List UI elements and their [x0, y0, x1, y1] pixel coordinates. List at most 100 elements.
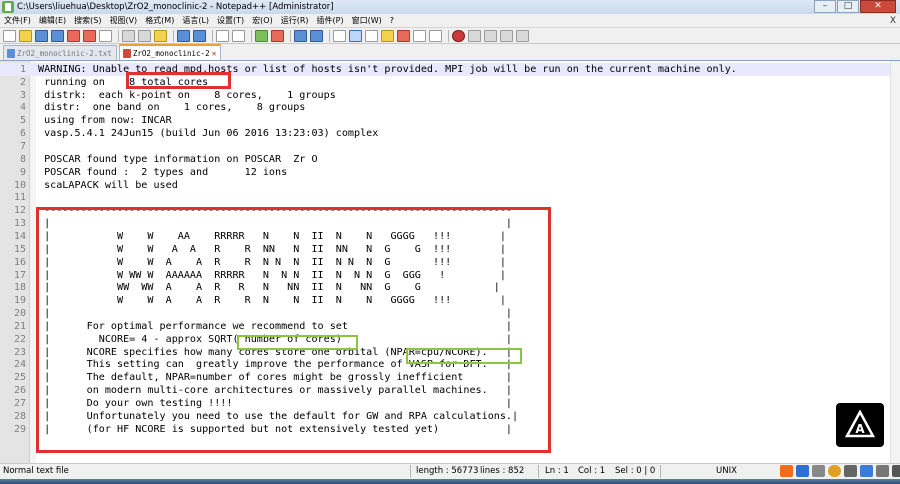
editor-line[interactable]: 21 | For optimal performance we recommen… — [0, 320, 900, 333]
keyboard-icon[interactable] — [860, 465, 873, 477]
emoji-icon[interactable] — [828, 465, 841, 477]
line-text: | Do your own testing !!!! | — [38, 398, 513, 410]
menu-file[interactable]: 文件(F) — [0, 15, 35, 26]
editor-line[interactable]: 4 distr: one band on 1 cores, 8 groups — [0, 102, 900, 115]
editor-line[interactable]: 23 | NCORE specifies how many cores stor… — [0, 346, 900, 359]
user-language-icon[interactable] — [381, 29, 394, 42]
vertical-scrollbar[interactable] — [890, 61, 900, 463]
copy-icon[interactable] — [138, 29, 151, 42]
maximize-button[interactable]: □ — [837, 0, 859, 13]
skin-icon[interactable] — [876, 465, 889, 477]
minimize-button[interactable]: – — [814, 0, 836, 13]
cut-icon[interactable] — [122, 29, 135, 42]
editor-line[interactable]: 14 | W W AA RRRRR N N II N N GGGG !!! | — [0, 230, 900, 243]
macro-stop-icon[interactable] — [468, 29, 481, 42]
editor-line[interactable]: 28 | Unfortunately you need to use the d… — [0, 410, 900, 423]
close-document-x[interactable]: X — [890, 16, 896, 26]
status-column: Col : 1 — [578, 466, 606, 476]
folder-workspace-icon[interactable] — [429, 29, 442, 42]
text-editor[interactable]: 1 WARNING: Unable to read mpd.hosts or li… — [0, 61, 900, 463]
input-mode-icon[interactable] — [796, 465, 809, 477]
editor-line[interactable]: 1 WARNING: Unable to read mpd.hosts or li… — [0, 63, 900, 76]
editor-line[interactable]: 19 | W W A A R R N N II N N GGGG !!! | — [0, 294, 900, 307]
close-file-icon[interactable] — [67, 29, 80, 42]
editor-line[interactable]: 15 | W W A A R R NN N II NN N G G !!! | — [0, 243, 900, 256]
menu-edit[interactable]: 编辑(E) — [35, 15, 70, 26]
editor-line[interactable]: 13 | | — [0, 217, 900, 230]
editor-line[interactable]: 9 POSCAR found : 2 types and 12 ions — [0, 166, 900, 179]
editor-line[interactable]: 2 running on 8 total cores — [0, 76, 900, 89]
menu-settings[interactable]: 设置(T) — [213, 15, 248, 26]
close-all-icon[interactable] — [83, 29, 96, 42]
editor-line[interactable]: 26 | on modern multi-core architectures … — [0, 384, 900, 397]
svg-text:A: A — [855, 422, 865, 436]
editor-line[interactable]: 7 — [0, 140, 900, 153]
tab-zro2-monoclinic-2-txt[interactable]: ZrO2_monoclinic-2.txt — [3, 45, 117, 60]
line-text: | | — [38, 218, 513, 230]
editor-line[interactable]: 8 POSCAR found type information on POSCA… — [0, 153, 900, 166]
macro-run-multiple-icon[interactable] — [500, 29, 513, 42]
editor-line[interactable]: 25 | The default, NPAR=number of cores m… — [0, 371, 900, 384]
zoom-out-icon[interactable] — [271, 29, 284, 42]
macro-play-icon[interactable] — [484, 29, 497, 42]
document-map-icon[interactable] — [397, 29, 410, 42]
line-text: | W W A A R R N N II N N GGGG !!! | — [38, 295, 506, 307]
indent-guide-icon[interactable] — [365, 29, 378, 42]
editor-line[interactable]: 16 | W W A A R R N N N II N N N G !!! | — [0, 256, 900, 269]
close-button[interactable]: ✕ — [860, 0, 896, 13]
editor-line[interactable]: 24 | This setting can greatly improve th… — [0, 359, 900, 372]
macro-record-icon[interactable] — [452, 29, 465, 42]
watermark-logo-icon: A — [836, 403, 884, 447]
editor-line[interactable]: 29 | (for HF NCORE is supported but not … — [0, 423, 900, 436]
line-number: 10 — [13, 179, 26, 191]
editor-line[interactable]: 11 — [0, 192, 900, 205]
find-icon[interactable] — [216, 29, 229, 42]
editor-line[interactable]: 5 using from now: INCAR — [0, 114, 900, 127]
sogou-input-icon[interactable] — [780, 465, 793, 477]
editor-line[interactable]: 22 | NCORE= 4 - approx SQRT( number of c… — [0, 333, 900, 346]
save-icon[interactable] — [35, 29, 48, 42]
menu-plugins[interactable]: 插件(P) — [313, 15, 348, 26]
toolbox-icon[interactable] — [892, 465, 900, 477]
undo-icon[interactable] — [177, 29, 190, 42]
menu-search[interactable]: 搜索(S) — [70, 15, 105, 26]
editor-line[interactable]: 6 vasp.5.4.1 24Jun15 (build Jun 06 2016 … — [0, 127, 900, 140]
editor-line[interactable]: 3 distrk: each k-point on 8 cores, 1 gro… — [0, 89, 900, 102]
tab-close-icon[interactable]: ✕ — [212, 49, 217, 58]
line-number: 5 — [19, 115, 26, 127]
editor-line[interactable]: 27 | Do your own testing !!!! | — [0, 397, 900, 410]
function-list-icon[interactable] — [413, 29, 426, 42]
menu-help[interactable]: ? — [386, 16, 398, 25]
save-all-icon[interactable] — [51, 29, 64, 42]
menu-run[interactable]: 运行(R) — [277, 15, 313, 26]
new-file-icon[interactable] — [3, 29, 16, 42]
redo-icon[interactable] — [193, 29, 206, 42]
print-icon[interactable] — [99, 29, 112, 42]
microphone-icon[interactable] — [844, 465, 857, 477]
editor-line[interactable]: 12 -------------------------------------… — [0, 204, 900, 217]
sync-vertical-icon[interactable] — [294, 29, 307, 42]
editor-line[interactable]: 10 scaLAPACK will be used — [0, 179, 900, 192]
line-number: 13 — [13, 218, 26, 230]
word-wrap-icon[interactable] — [333, 29, 346, 42]
line-text: | This setting can greatly improve the p… — [38, 359, 513, 371]
zoom-in-icon[interactable] — [255, 29, 268, 42]
menu-view[interactable]: 视图(V) — [105, 15, 141, 26]
macro-save-icon[interactable] — [516, 29, 529, 42]
menu-macro[interactable]: 宏(O) — [248, 15, 277, 26]
replace-icon[interactable] — [232, 29, 245, 42]
paste-icon[interactable] — [154, 29, 167, 42]
line-text: | NCORE specifies how many cores store o… — [38, 346, 513, 358]
show-all-characters-icon[interactable] — [349, 29, 362, 42]
menu-window[interactable]: 窗口(W) — [348, 15, 386, 26]
tab-zro2-monoclinic-2[interactable]: ZrO2_monoclinic-2 ✕ — [118, 44, 222, 60]
editor-line[interactable]: 17 | W WW W AAAAAA RRRRR N N N II N N N … — [0, 269, 900, 282]
editor-line[interactable]: 18 | WW WW A A R R N NN II N NN G G | — [0, 281, 900, 294]
editor-line[interactable]: 20 | | — [0, 307, 900, 320]
punctuation-icon[interactable] — [812, 465, 825, 477]
menu-format[interactable]: 格式(M) — [141, 15, 178, 26]
tab-label: ZrO2_monoclinic-2.txt — [17, 48, 112, 58]
open-file-icon[interactable] — [19, 29, 32, 42]
sync-horizontal-icon[interactable] — [310, 29, 323, 42]
menu-language[interactable]: 语言(L) — [178, 15, 213, 26]
